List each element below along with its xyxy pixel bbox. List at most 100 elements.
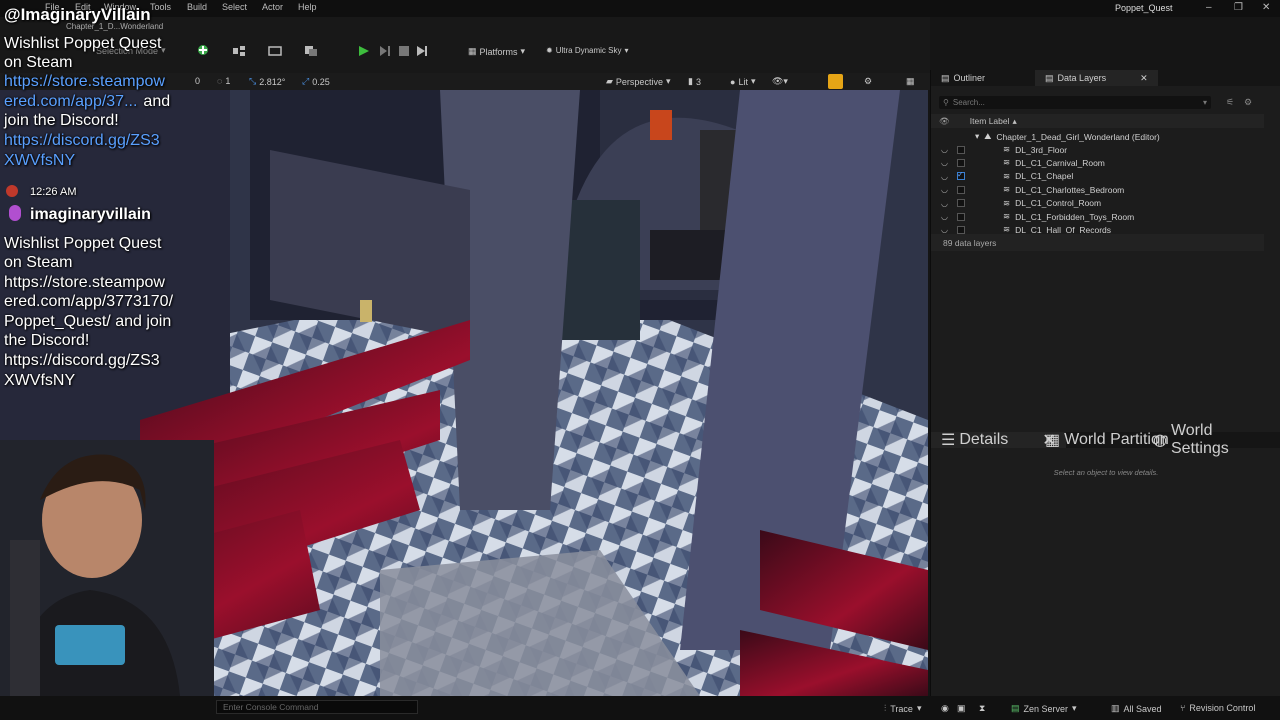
camera-speed[interactable]: ⤢ 0.25 xyxy=(302,76,330,87)
data-layer-label: DL_C1_Charlottes_Bedroom xyxy=(1015,184,1125,195)
load-checkbox[interactable] xyxy=(957,145,965,154)
visibility-icon[interactable]: ◡ xyxy=(941,185,949,194)
data-layer-label-wrap: ≋ DL_C1_Forbidden_Toys_Room xyxy=(1003,211,1134,222)
data-layer-label: DL_C1_Chapel xyxy=(1015,171,1074,182)
right-panel: ▤ Outliner ▤ Data Layers ✕ ⚲ Search... ▾ ⚟ … xyxy=(930,70,1280,696)
load-checkbox[interactable]: ✓ xyxy=(957,170,965,181)
save-status[interactable]: ▥ All Saved xyxy=(1111,703,1162,714)
camera-count-value: 3 xyxy=(695,76,701,87)
chevron-down-icon: ▾ xyxy=(1202,98,1207,107)
column-header[interactable]: 👁 Item Label ▴ xyxy=(931,114,1264,128)
camera-count[interactable]: ▮ 3 xyxy=(688,76,701,87)
data-layer-label-wrap: ≋ DL_C1_Control_Room xyxy=(1003,198,1101,209)
load-checkbox[interactable] xyxy=(957,199,965,208)
close-button[interactable]: ✕ xyxy=(1262,2,1270,13)
perspective-dropdown[interactable]: ▰ Perspective ▾ xyxy=(606,76,670,87)
chat-line-4: ered.com/app/3773170/ xyxy=(4,293,174,310)
data-layer-row[interactable]: ◡ ≋ DL_C1_Charlottes_Bedroom xyxy=(941,183,1261,196)
data-layer-row[interactable]: ◡ ≋ DL_C1_Carnival_Room xyxy=(941,156,1261,169)
data-layer-row[interactable]: ◡ ≋ DL_3rd_Floor xyxy=(941,143,1261,156)
promo-join: join the Discord! xyxy=(4,112,119,129)
chat-line-7: https://discord.gg/ZS3 xyxy=(4,352,160,369)
load-checkbox[interactable] xyxy=(957,225,965,234)
data-layer-label: DL_C1_Forbidden_Toys_Room xyxy=(1015,211,1135,222)
data-layer-label-wrap: ≋ DL_C1_Chapel xyxy=(1003,171,1073,182)
stop-icon[interactable] xyxy=(398,44,410,62)
menu-help[interactable]: Help xyxy=(298,2,317,12)
tab-data-layers-label: Data Layers xyxy=(1057,73,1107,83)
discord-link-b[interactable]: XWVfsNY xyxy=(4,151,75,171)
console-input[interactable]: Enter Console Command xyxy=(216,700,418,714)
play-icon[interactable] xyxy=(358,44,370,62)
maximize-button[interactable]: ❐ xyxy=(1234,2,1243,13)
lit-dropdown[interactable]: ● Lit ▾ xyxy=(730,76,755,87)
visibility-header-icon: 👁 xyxy=(939,115,950,126)
platforms-dropdown[interactable]: ▦ Platforms ▾ xyxy=(468,46,525,57)
hourglass-icon[interactable]: ⧗ xyxy=(979,703,985,714)
chat-line-1: Wishlist Poppet Quest xyxy=(4,235,162,252)
blueprint-icon[interactable] xyxy=(232,44,246,62)
project-tab[interactable]: Chapter_1_D...Wonderland xyxy=(66,22,163,31)
tab-data-layers[interactable]: ▤ Data Layers ✕ xyxy=(1035,70,1158,86)
content-icon[interactable] xyxy=(304,44,318,62)
perspective-label: Perspective xyxy=(615,76,663,87)
data-layer-row[interactable]: ◡ ✓ ≋ DL_C1_Chapel xyxy=(941,170,1261,183)
data-layer-row[interactable]: ◡ ≋ DL_C1_Control_Room xyxy=(941,197,1261,210)
data-layer-label-wrap: ≋ DL_C1_Charlottes_Bedroom xyxy=(1003,184,1124,195)
menu-select[interactable]: Select xyxy=(222,2,247,12)
load-checkbox[interactable] xyxy=(957,212,965,221)
tab-world-settings[interactable]: ◍ World Settings xyxy=(1143,422,1280,457)
expand-arrow-icon: ▾ xyxy=(975,131,980,141)
promo-link-a[interactable]: https://store.steampow xyxy=(4,72,165,92)
step-icon[interactable] xyxy=(379,44,391,62)
panel-settings-icon[interactable]: ⚙ xyxy=(1244,97,1252,108)
filter-icon[interactable]: ⚟ xyxy=(1226,97,1234,108)
trace-dropdown[interactable]: ⫶ Trace ▾ xyxy=(884,703,921,714)
visibility-icon[interactable]: ◡ xyxy=(941,199,949,208)
sun-icon: ✹ xyxy=(546,46,553,55)
promo-link-b[interactable]: ered.com/app/37... xyxy=(4,92,137,112)
load-checkbox[interactable] xyxy=(957,185,965,194)
discord-link-a[interactable]: https://discord.gg/ZS3 xyxy=(4,131,160,151)
tree-root-label: Chapter_1_Dead_Girl_Wonderland (Editor) xyxy=(996,131,1160,142)
visibility-icon[interactable]: ◡ xyxy=(941,158,949,167)
screenshot-icon[interactable]: ▣ xyxy=(957,703,966,714)
status-bar: Enter Console Command ⫶ Trace ▾ ◉ ▣ ⧗ ▤ Zen… xyxy=(0,696,1280,720)
outliner-icon: ▤ xyxy=(941,72,950,83)
data-layer-label: DL_3rd_Floor xyxy=(1015,144,1068,155)
rotation-snap[interactable]: ◌ 1 xyxy=(217,76,230,86)
visibility-icon[interactable]: ◡ xyxy=(941,172,949,181)
revision-control[interactable]: ⑂ Revision Control xyxy=(1180,703,1255,713)
realtime-icon[interactable] xyxy=(828,74,843,89)
tab-outliner[interactable]: ▤ Outliner xyxy=(931,70,995,86)
scale-snap[interactable]: ⤡ 2.812° xyxy=(249,76,285,87)
launch-icon[interactable] xyxy=(416,44,428,62)
sort-asc-icon: ▴ xyxy=(1012,115,1017,126)
settings-gear-icon[interactable]: ⚙ xyxy=(864,76,872,87)
minimize-button[interactable]: – xyxy=(1206,2,1212,13)
load-checkbox[interactable] xyxy=(957,158,965,167)
promo-line-2: on Steam xyxy=(4,54,73,71)
visibility-icon[interactable]: ◡ xyxy=(941,212,949,221)
record-icon[interactable]: ◉ xyxy=(941,703,949,714)
chevron-down-icon: ▾ xyxy=(1072,703,1077,713)
data-layer-row[interactable]: ◡ ≋ DL_C1_Forbidden_Toys_Room xyxy=(941,210,1261,223)
stream-overlay: @ImaginaryVillain Wishlist Poppet Quest … xyxy=(0,0,214,720)
rotation-snap-value: 1 xyxy=(225,76,231,86)
show-eye-icon[interactable]: 👁▾ xyxy=(772,76,788,87)
data-layer-search[interactable]: ⚲ Search... ▾ xyxy=(939,96,1211,109)
chat-line-5: Poppet_Quest/ and join xyxy=(4,313,172,330)
menu-actor[interactable]: Actor xyxy=(262,2,283,12)
cinematics-icon[interactable] xyxy=(268,44,282,62)
tree-root[interactable]: ▾ ⛰ Chapter_1_Dead_Girl_Wonderland (Editor… xyxy=(941,130,1261,143)
clock-icon xyxy=(6,185,18,197)
revision-label: Revision Control xyxy=(1189,703,1256,713)
chat-line-3: https://store.steampow xyxy=(4,274,165,291)
mic-icon xyxy=(9,205,21,221)
sky-dropdown[interactable]: ✹ Ultra Dynamic Sky ▾ xyxy=(546,46,629,55)
close-icon[interactable]: ✕ xyxy=(1140,73,1148,84)
layout-grid-icon[interactable]: ▦ xyxy=(906,76,915,87)
details-icon: ☰ xyxy=(941,432,956,449)
visibility-icon[interactable]: ◡ xyxy=(941,145,949,154)
zen-server-dropdown[interactable]: ▤ Zen Server ▾ xyxy=(1011,703,1077,714)
